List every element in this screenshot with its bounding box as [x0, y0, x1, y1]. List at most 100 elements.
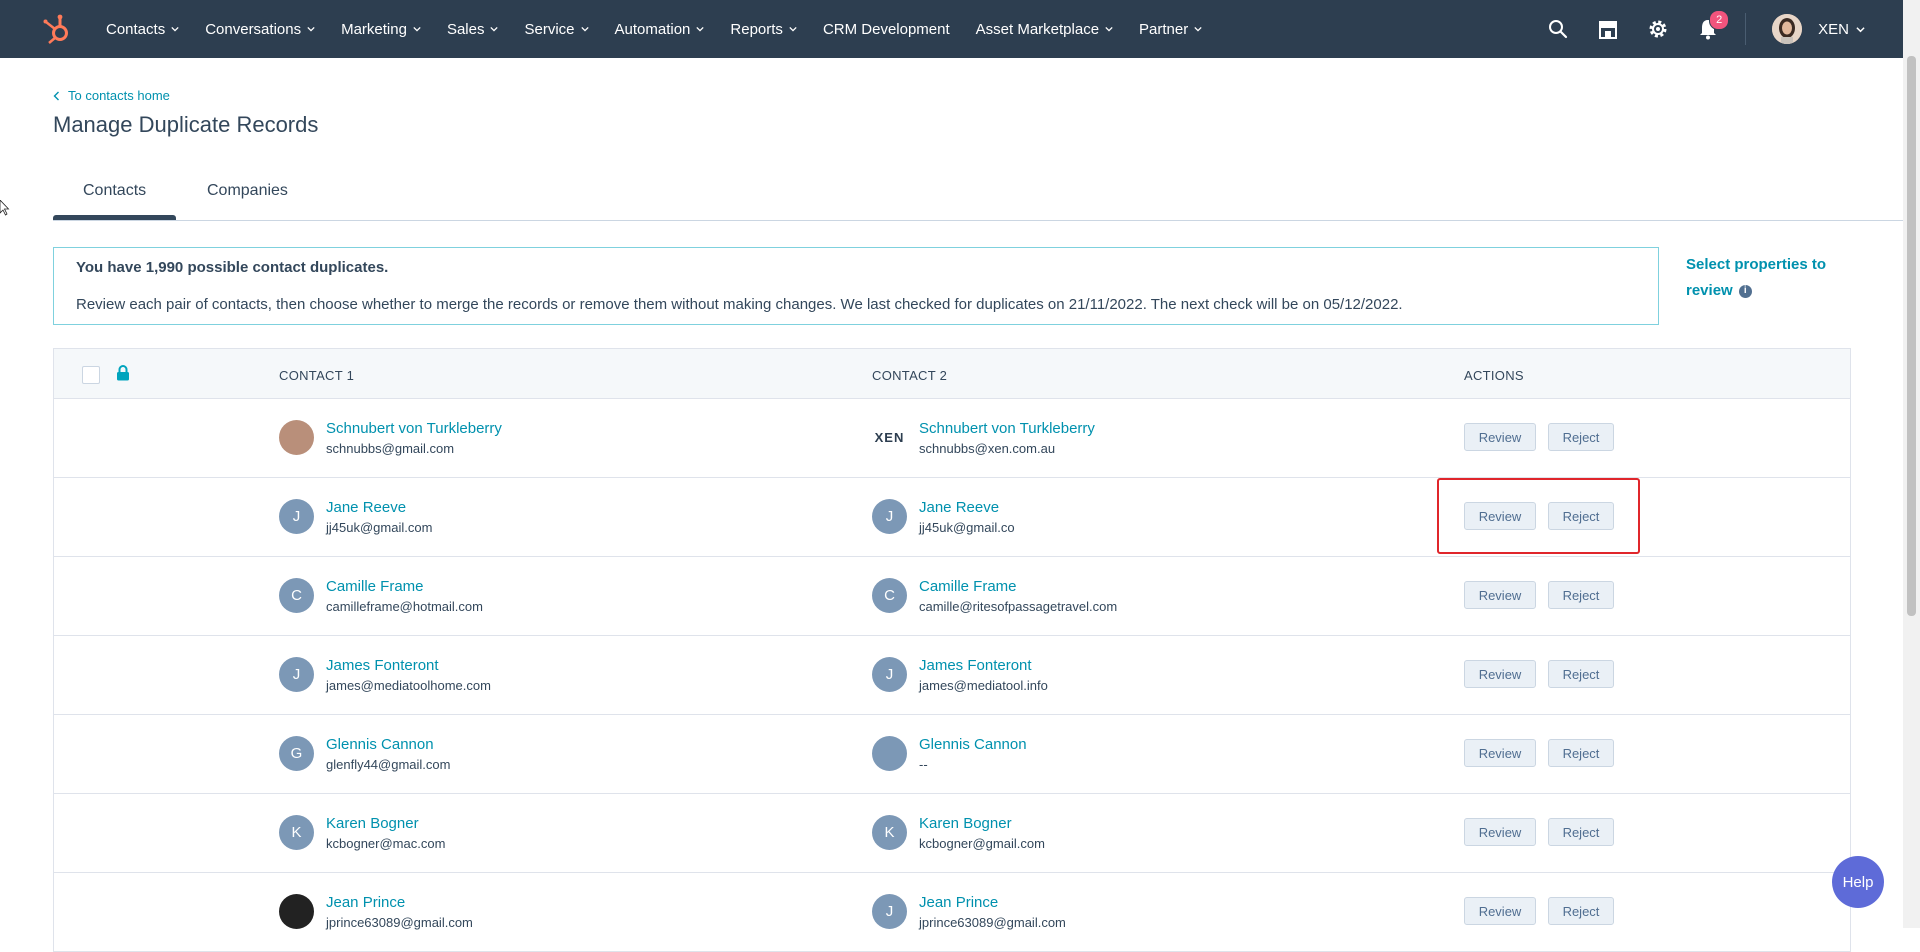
reject-button[interactable]: Reject: [1548, 423, 1614, 451]
contact-name-link[interactable]: Jane Reeve: [326, 499, 432, 516]
contact1-cell: J James Fonteront james@mediatoolhome.com: [279, 657, 491, 693]
notifications-bell-icon[interactable]: 2: [1697, 10, 1730, 40]
contact-email: james@mediatoolhome.com: [326, 678, 491, 693]
contact-name-link[interactable]: James Fonteront: [919, 657, 1048, 674]
contact-info: Jane Reeve jj45uk@gmail.com: [326, 499, 432, 535]
chevron-down-icon: [1105, 26, 1113, 32]
contact-name-link[interactable]: James Fonteront: [326, 657, 491, 674]
nav-item-conversations[interactable]: Conversations: [205, 21, 315, 38]
table-row: Schnubert von Turkleberry schnubbs@gmail.…: [54, 399, 1850, 478]
review-button[interactable]: Review: [1464, 581, 1536, 609]
contact2-cell: J James Fonteront james@mediatool.info: [872, 657, 1048, 693]
reject-button[interactable]: Reject: [1548, 502, 1614, 530]
lock-icon: [116, 365, 130, 386]
contact1-cell: J Jane Reeve jj45uk@gmail.com: [279, 499, 432, 535]
select-all-checkbox[interactable]: [82, 366, 100, 384]
info-icon[interactable]: i: [1738, 284, 1752, 298]
contact-name-link[interactable]: Jean Prince: [919, 894, 1066, 911]
table-row: J James Fonteront james@mediatoolhome.com J…: [54, 636, 1850, 715]
contact2-cell: J Jean Prince jprince63089@gmail.com: [872, 894, 1066, 930]
vertical-scrollbar[interactable]: [1903, 0, 1920, 928]
contact-email: schnubbs@xen.com.au: [919, 441, 1056, 456]
contact1-cell: C Camille Frame camilleframe@hotmail.com: [279, 578, 483, 614]
chevron-down-icon: [307, 26, 315, 32]
contact-email: jj45uk@gmail.co: [919, 520, 1015, 535]
contact1-cell: G Glennis Cannon glenfly44@gmail.com: [279, 736, 450, 772]
nav-item-marketing[interactable]: Marketing: [341, 21, 421, 38]
contact-avatar: J: [872, 894, 907, 929]
scrollbar-thumb[interactable]: [1907, 56, 1916, 616]
alert-title: You have 1,990 possible contact duplicat…: [76, 259, 389, 276]
contact-name-link[interactable]: Glennis Cannon: [919, 736, 1027, 753]
contact-email: glenfly44@gmail.com: [326, 757, 451, 772]
nav-item-service[interactable]: Service: [524, 21, 589, 38]
mouse-cursor-icon: [0, 199, 10, 221]
contact-name-link[interactable]: Karen Bogner: [919, 815, 1045, 832]
contact-avatar: J: [279, 499, 314, 534]
contact-name-link[interactable]: Camille Frame: [326, 578, 483, 595]
select-properties-link[interactable]: Select properties to review i: [1686, 252, 1846, 304]
review-button[interactable]: Review: [1464, 897, 1536, 925]
search-icon[interactable]: [1547, 18, 1569, 40]
contact-avatar: K: [279, 815, 314, 850]
reject-button[interactable]: Reject: [1548, 818, 1614, 846]
contact2-cell: Glennis Cannon --: [872, 736, 1027, 772]
contact-info: Glennis Cannon glenfly44@gmail.com: [326, 736, 450, 772]
tab-bar: Contacts Companies: [53, 170, 1903, 221]
marketplace-icon[interactable]: [1597, 18, 1619, 40]
contact-email: kcbogner@mac.com: [326, 836, 446, 851]
settings-gear-icon[interactable]: [1647, 18, 1669, 40]
contact-email: camille@ritesofpassagetravel.com: [919, 599, 1118, 614]
contact-info: James Fonteront james@mediatoolhome.com: [326, 657, 491, 693]
contact-name-link[interactable]: Schnubert von Turkleberry: [919, 420, 1095, 437]
contact-info: Schnubert von Turkleberry schnubbs@xen.co…: [919, 420, 1095, 456]
tab-contacts[interactable]: Contacts: [83, 182, 146, 200]
contact-email: kcbogner@gmail.com: [919, 836, 1045, 851]
reject-button[interactable]: Reject: [1548, 739, 1614, 767]
contact-info: Camille Frame camilleframe@hotmail.com: [326, 578, 483, 614]
nav-item-label: Contacts: [106, 20, 166, 38]
reject-button[interactable]: Reject: [1548, 660, 1614, 688]
nav-item-contacts[interactable]: Contacts: [106, 21, 179, 38]
contact-name-link[interactable]: Schnubert von Turkleberry: [326, 420, 502, 437]
contact-name-link[interactable]: Glennis Cannon: [326, 736, 450, 753]
review-button[interactable]: Review: [1464, 423, 1536, 451]
contact-name-link[interactable]: Jane Reeve: [919, 499, 1015, 516]
contact-avatar: [872, 736, 907, 771]
reject-button[interactable]: Reject: [1548, 897, 1614, 925]
nav-item-partner[interactable]: Partner: [1139, 21, 1202, 38]
table-row: Jean Prince jprince63089@gmail.com J Jean P…: [54, 873, 1850, 952]
contact-info: Camille Frame camille@ritesofpassagetrave…: [919, 578, 1117, 614]
nav-item-sales[interactable]: Sales: [447, 21, 499, 38]
contact2-cell: J Jane Reeve jj45uk@gmail.co: [872, 499, 1015, 535]
contact-name-link[interactable]: Karen Bogner: [326, 815, 445, 832]
nav-item-asset-marketplace[interactable]: Asset Marketplace: [976, 21, 1113, 38]
back-link-label: To contacts home: [68, 88, 170, 103]
review-button[interactable]: Review: [1464, 502, 1536, 530]
contact2-cell: XEN Schnubert von Turkleberry schnubbs@xen…: [872, 420, 1095, 456]
user-avatar[interactable]: [1772, 14, 1803, 44]
review-button[interactable]: Review: [1464, 660, 1536, 688]
tab-companies[interactable]: Companies: [207, 182, 288, 200]
contact-name-link[interactable]: Camille Frame: [919, 578, 1117, 595]
review-button[interactable]: Review: [1464, 739, 1536, 767]
contact-avatar: [279, 894, 314, 929]
contact-name-link[interactable]: Jean Prince: [326, 894, 473, 911]
reject-button[interactable]: Reject: [1548, 581, 1614, 609]
help-button[interactable]: Help: [1832, 856, 1884, 908]
nav-item-reports[interactable]: Reports: [730, 21, 797, 38]
chevron-left-icon: [53, 91, 59, 100]
nav-item-automation[interactable]: Automation: [615, 21, 705, 38]
chevron-down-icon: [413, 26, 421, 32]
nav-menu: Contacts Conversations Marketing Sales Servi…: [106, 0, 1228, 58]
chevron-down-icon: [1194, 26, 1202, 32]
duplicates-info-alert: You have 1,990 possible contact duplicat…: [53, 247, 1659, 325]
contact-info: Karen Bogner kcbogner@mac.com: [326, 815, 445, 851]
nav-item-crm-development[interactable]: CRM Development: [823, 21, 950, 38]
hubspot-logo-icon[interactable]: [38, 9, 78, 49]
back-to-contacts-link[interactable]: To contacts home: [53, 88, 170, 103]
active-tab-indicator: [53, 215, 176, 220]
chevron-down-icon: [696, 26, 705, 32]
user-menu[interactable]: XEN: [1818, 21, 1865, 38]
review-button[interactable]: Review: [1464, 818, 1536, 846]
